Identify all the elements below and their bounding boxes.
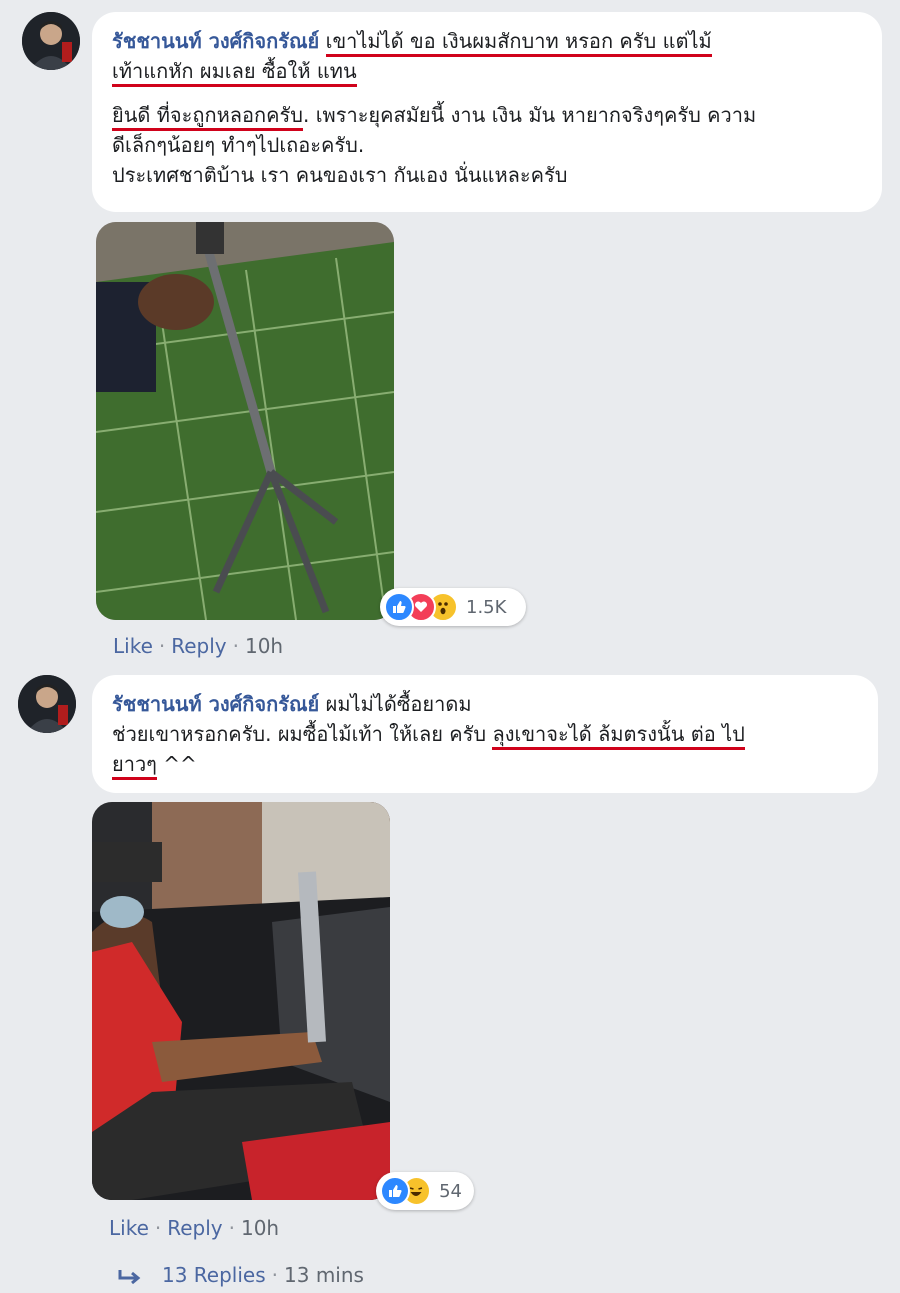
comment-text: ยาวๆ: [112, 752, 157, 780]
reply-link[interactable]: Reply: [167, 1216, 222, 1240]
commenter-avatar[interactable]: [22, 12, 80, 70]
reactions-summary[interactable]: 1.5K: [380, 588, 526, 626]
like-icon: [384, 592, 414, 622]
comment-text: เขาไม่ได้ ขอ เงินผมสักบาท หรอก ครับ แต่ไ…: [325, 29, 712, 57]
replies-timestamp: 13 mins: [284, 1263, 364, 1287]
comment-photo-man-in-car[interactable]: [92, 802, 390, 1200]
view-replies[interactable]: 13 Replies · 13 mins: [118, 1263, 364, 1289]
author-name[interactable]: รัชชานนท์ วงศ์กิจกรัณย์: [112, 692, 319, 716]
like-icon: [380, 1176, 410, 1206]
comment-text: . เพราะยุคสมัยนี้ งาน เงิน มัน หายากจริง…: [302, 103, 757, 127]
separator-dot: ·: [228, 1216, 235, 1240]
separator-dot: ·: [232, 634, 239, 658]
comment-text: ยินดี ที่จะถูกหลอกครับ: [112, 103, 303, 131]
comment-timestamp[interactable]: 10h: [241, 1216, 279, 1240]
comment-actions: Like · Reply · 10h: [109, 1216, 279, 1240]
separator-dot: ·: [271, 1263, 279, 1287]
commenter-avatar[interactable]: [18, 675, 76, 733]
separator-dot: ·: [158, 634, 166, 658]
comment-actions: Like · Reply · 10h: [113, 634, 283, 658]
separator-dot: ·: [154, 1216, 162, 1240]
reaction-count: 1.5K: [466, 596, 507, 618]
author-name[interactable]: รัชชานนท์ วงศ์กิจกรัณย์: [112, 29, 319, 53]
comment-text: ดีเล็กๆน้อยๆ ทำๆไปเถอะครับ.: [112, 133, 365, 157]
comment-text: ผมไม่ได้ซื้อยาดม: [325, 692, 472, 716]
comment-bubble: รัชชานนท์ วงศ์กิจกรัณย์ ผมไม่ได้ซื้อยาดม…: [92, 675, 878, 793]
reply-arrow-icon: [118, 1265, 142, 1289]
like-link[interactable]: Like: [109, 1216, 149, 1240]
reactions-summary[interactable]: 54: [376, 1172, 474, 1210]
comment-photo-walking-cane[interactable]: [96, 222, 394, 620]
comment-timestamp[interactable]: 10h: [245, 634, 283, 658]
comment-text: ลุงเขาจะได้ ล้มตรงนั้น ต่อ ไป: [492, 722, 745, 750]
comment-text: ช่วยเขาหรอกครับ. ผมซื้อไม้เท้า ให้เลย คร…: [112, 722, 493, 746]
replies-link[interactable]: 13 Replies: [162, 1263, 266, 1287]
comment-text: ^^: [156, 752, 197, 776]
like-link[interactable]: Like: [113, 634, 153, 658]
reply-link[interactable]: Reply: [171, 634, 226, 658]
comment-bubble: รัชชานนท์ วงศ์กิจกรัณย์ เขาไม่ได้ ขอ เงิ…: [92, 12, 882, 212]
comment-text: เท้าแกหัก ผมเลย ซื้อให้ แทน: [112, 59, 357, 87]
comment-text: ประเทศชาติบ้าน เรา คนของเรา กันเอง นั่นแ…: [112, 163, 568, 187]
reaction-count: 54: [439, 1180, 462, 1202]
